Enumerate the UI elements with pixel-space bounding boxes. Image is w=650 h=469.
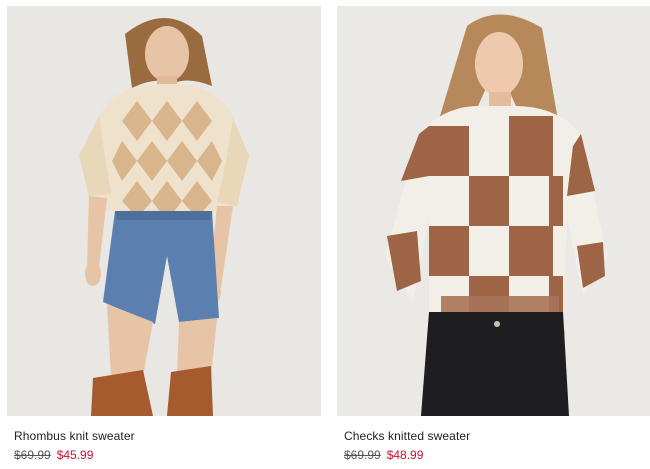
product-name[interactable]: Rhombus knit sweater: [14, 429, 321, 443]
product-image[interactable]: [337, 6, 650, 416]
product-name[interactable]: Checks knitted sweater: [344, 429, 650, 443]
price-row: $69.99 $45.99: [14, 448, 321, 462]
product-grid: Rhombus knit sweater $69.99 $45.99 Check…: [0, 0, 650, 469]
original-price: $69.99: [14, 448, 51, 462]
product-card[interactable]: Checks knitted sweater $69.99 $48.99: [337, 6, 650, 462]
product-image[interactable]: [7, 6, 321, 416]
sale-price: $45.99: [56, 448, 94, 462]
sale-price: $48.99: [386, 448, 424, 462]
original-price: $69.99: [344, 448, 381, 462]
product-card[interactable]: Rhombus knit sweater $69.99 $45.99: [7, 6, 321, 462]
price-row: $69.99 $48.99: [344, 448, 650, 462]
